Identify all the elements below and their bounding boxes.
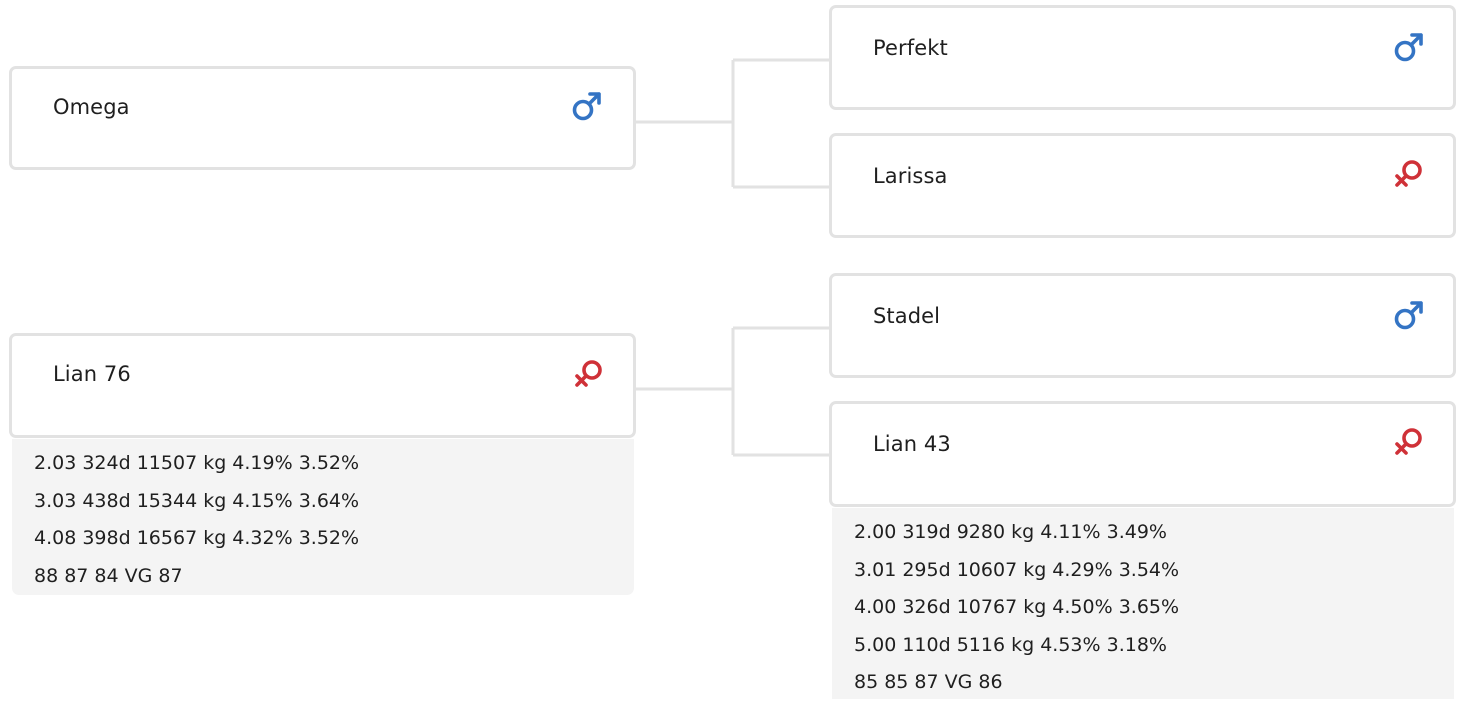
stats-line: 2.03 324d 11507 kg 4.19% 3.52% — [34, 452, 360, 474]
sire-sire-card[interactable]: Perfekt — [829, 5, 1456, 110]
animal-name: Larissa — [873, 164, 948, 188]
stats-line: 85 85 87 VG 86 — [854, 671, 1003, 693]
connector-dam — [636, 326, 830, 457]
dam-card[interactable]: Lian 76 — [9, 333, 636, 438]
stats-line: 4.08 398d 16567 kg 4.32% 3.52% — [34, 527, 360, 549]
animal-name: Omega — [53, 95, 130, 119]
stats-line: 3.01 295d 10607 kg 4.29% 3.54% — [854, 558, 1180, 581]
animal-name: Perfekt — [873, 36, 948, 60]
male-symbol-icon — [1394, 33, 1423, 62]
animal-name: Lian 43 — [873, 432, 951, 456]
animal-name: Lian 76 — [53, 362, 131, 386]
dam-dam-stats-panel: 2.00 319d 9280 kg 4.11% 3.49% 3.01 295d … — [832, 508, 1454, 699]
stats-line: 5.00 110d 5116 kg 4.53% 3.18% — [854, 633, 1167, 656]
male-symbol-icon — [572, 92, 601, 121]
dam-dam-card[interactable]: Lian 43 — [829, 401, 1456, 507]
animal-name: Stadel — [873, 304, 941, 328]
stats-line: 4.00 326d 10767 kg 4.50% 3.65% — [854, 596, 1180, 618]
sire-card[interactable]: Omega — [9, 66, 636, 170]
female-symbol-icon — [1395, 428, 1422, 455]
sire-dam-card[interactable]: Larissa — [829, 133, 1456, 238]
female-symbol-icon — [575, 360, 602, 387]
female-symbol-icon — [1395, 160, 1422, 187]
stats-line: 88 87 84 VG 87 — [34, 564, 183, 587]
stats-line: 2.00 319d 9280 kg 4.11% 3.49% — [854, 521, 1167, 543]
stats-line: 3.03 438d 15344 kg 4.15% 3.64% — [34, 489, 360, 512]
male-symbol-icon — [1394, 301, 1423, 330]
dam-sire-card[interactable]: Stadel — [829, 273, 1456, 378]
dam-stats-panel: 2.03 324d 11507 kg 4.19% 3.52% 3.03 438d… — [12, 439, 634, 595]
connector-sire — [636, 58, 830, 189]
